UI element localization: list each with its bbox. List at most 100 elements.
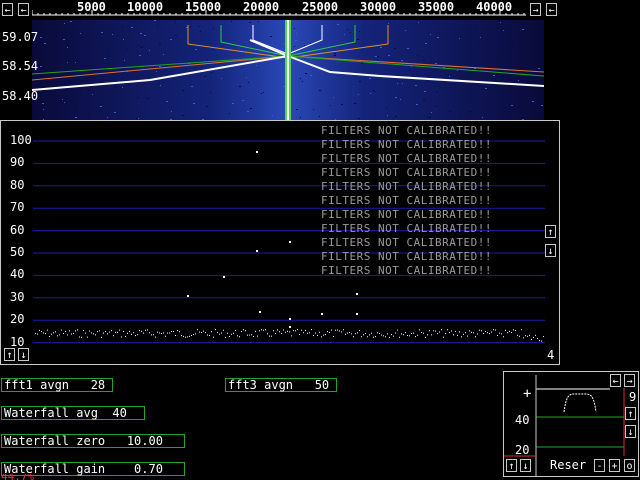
waterfall-speckle (370, 93, 371, 94)
spectrum-point (49, 336, 50, 337)
spectrum-peak (223, 276, 225, 278)
spectrum-point (455, 330, 456, 332)
waterfall-speckle (247, 111, 249, 112)
spectrum-point (427, 334, 428, 336)
waterfall-speckle (416, 104, 418, 105)
waterfall-zero-param[interactable]: Waterfall zero 10.00 (1, 434, 185, 448)
waterfall-speckle (113, 32, 114, 33)
spectrum-point (519, 335, 520, 337)
spectrum-point (231, 333, 232, 335)
filter-mini-panel[interactable]: ← → + 40 20 9 ↑ ↓ ↑ ↓ Reser - + o (503, 371, 639, 477)
spectrum-point (461, 336, 462, 338)
spectrum-point (123, 330, 124, 332)
spectrum-point (197, 329, 198, 331)
spectrum-zoom-up-button[interactable]: ↑ (4, 348, 15, 361)
fft1-avgn-param[interactable]: fft1 avgn 28 (1, 378, 113, 392)
waterfall-speckle (157, 101, 158, 102)
freq-tick-label: 10000 (127, 0, 164, 14)
scale-right-end-button[interactable]: ← (546, 3, 557, 16)
scale-right-arrow-button[interactable]: → (530, 3, 541, 16)
spectrum-peak (356, 293, 358, 295)
spectrum-point (529, 334, 530, 336)
spectrum-point (367, 336, 368, 338)
waterfall-speckle (175, 35, 177, 36)
waterfall-speckle (457, 70, 458, 71)
waterfall-speckle (477, 85, 478, 86)
spectrum-point (195, 333, 196, 335)
mini-label-20: 20 (515, 443, 530, 457)
freq-tick-label: 15000 (185, 0, 222, 14)
waterfall-speckle (211, 72, 212, 73)
waterfall-speckle (157, 25, 158, 26)
mini-cursor-symbol: + (523, 386, 532, 402)
waterfall-speckle (93, 45, 94, 46)
spectrum-point (419, 329, 420, 331)
mini-reset-button[interactable]: Reser (550, 458, 586, 472)
mini-side-number: 9 (629, 390, 637, 404)
mini-plus-button[interactable]: + (609, 459, 620, 472)
spectrum-point (475, 336, 476, 338)
spectrum-zoom-down-button[interactable]: ↓ (18, 348, 29, 361)
spectrum-point (175, 334, 176, 336)
waterfall-speckle (136, 118, 138, 119)
spectrum-point (511, 332, 512, 334)
waterfall-speckle (375, 56, 377, 57)
waterfall-speckle (361, 63, 363, 64)
waterfall-speckle (394, 48, 396, 49)
spectrum-point (239, 336, 240, 338)
waterfall-speckle (272, 115, 273, 116)
spectrum-point (79, 336, 80, 338)
spectrum-point (167, 332, 168, 334)
scale-scroll-left-button[interactable]: ← (18, 3, 29, 16)
spectrum-point (133, 332, 134, 334)
spectrum-point (59, 334, 60, 336)
mini-minus-button[interactable]: - (594, 459, 605, 472)
spectrum-point (249, 334, 250, 336)
spectrum-point (375, 336, 376, 338)
waterfall-speckle (117, 35, 118, 36)
spectrum-point (513, 329, 514, 331)
spectrum-peak (289, 241, 291, 243)
mini-up-button[interactable]: ↑ (625, 407, 636, 420)
waterfall-avg-param[interactable]: Waterfall avg 40 (1, 406, 145, 420)
spectrum-point (355, 333, 356, 335)
waterfall-display[interactable]: 59.07 58.54 58.40 (0, 20, 560, 120)
mini-bottom-down-button[interactable]: ↓ (520, 459, 531, 472)
mini-bottom-up-button[interactable]: ↑ (506, 459, 517, 472)
mini-down-button[interactable]: ↓ (625, 425, 636, 438)
spectrum-point (495, 329, 496, 331)
spectrum-scroll-up-button[interactable]: ↑ (545, 225, 556, 238)
waterfall-speckle (149, 50, 150, 51)
mini-o-button[interactable]: o (624, 459, 635, 472)
waterfall-speckle (527, 88, 529, 89)
waterfall-speckle (159, 44, 161, 45)
waterfall-speckle (67, 62, 68, 63)
spectrum-point (243, 329, 244, 331)
spectrum-point (403, 334, 404, 336)
waterfall-speckle (124, 60, 125, 61)
spectrum-point (137, 334, 138, 336)
waterfall-speckle (313, 109, 314, 110)
spectrum-peak (256, 151, 258, 153)
waterfall-speckle (359, 81, 361, 82)
spectrum-point (233, 332, 234, 334)
spectrum-point (537, 338, 538, 339)
waterfall-speckle (195, 49, 197, 50)
waterfall-speckle (538, 68, 540, 69)
spectrum-point (75, 330, 76, 332)
spectrum-point (497, 334, 498, 336)
spectrum-point (397, 329, 398, 331)
spectrum-panel[interactable]: 100 90 80 70 60 50 40 30 20 10 FILTERS NOT CALIBR… (0, 120, 560, 365)
spectrum-point (353, 336, 354, 338)
waterfall-speckle (395, 97, 397, 98)
waterfall-speckle (213, 28, 214, 29)
scale-left-arrow-button[interactable]: ← (2, 3, 13, 16)
spectrum-scroll-down-button[interactable]: ↓ (545, 244, 556, 257)
waterfall-canvas[interactable] (0, 20, 560, 120)
waterfall-speckle (81, 93, 82, 94)
waterfall-speckle (207, 59, 208, 60)
spectrum-point (505, 329, 506, 331)
waterfall-speckle (393, 118, 394, 119)
fft3-avgn-param[interactable]: fft3 avgn 50 (225, 378, 337, 392)
spectrum-point (347, 332, 348, 334)
